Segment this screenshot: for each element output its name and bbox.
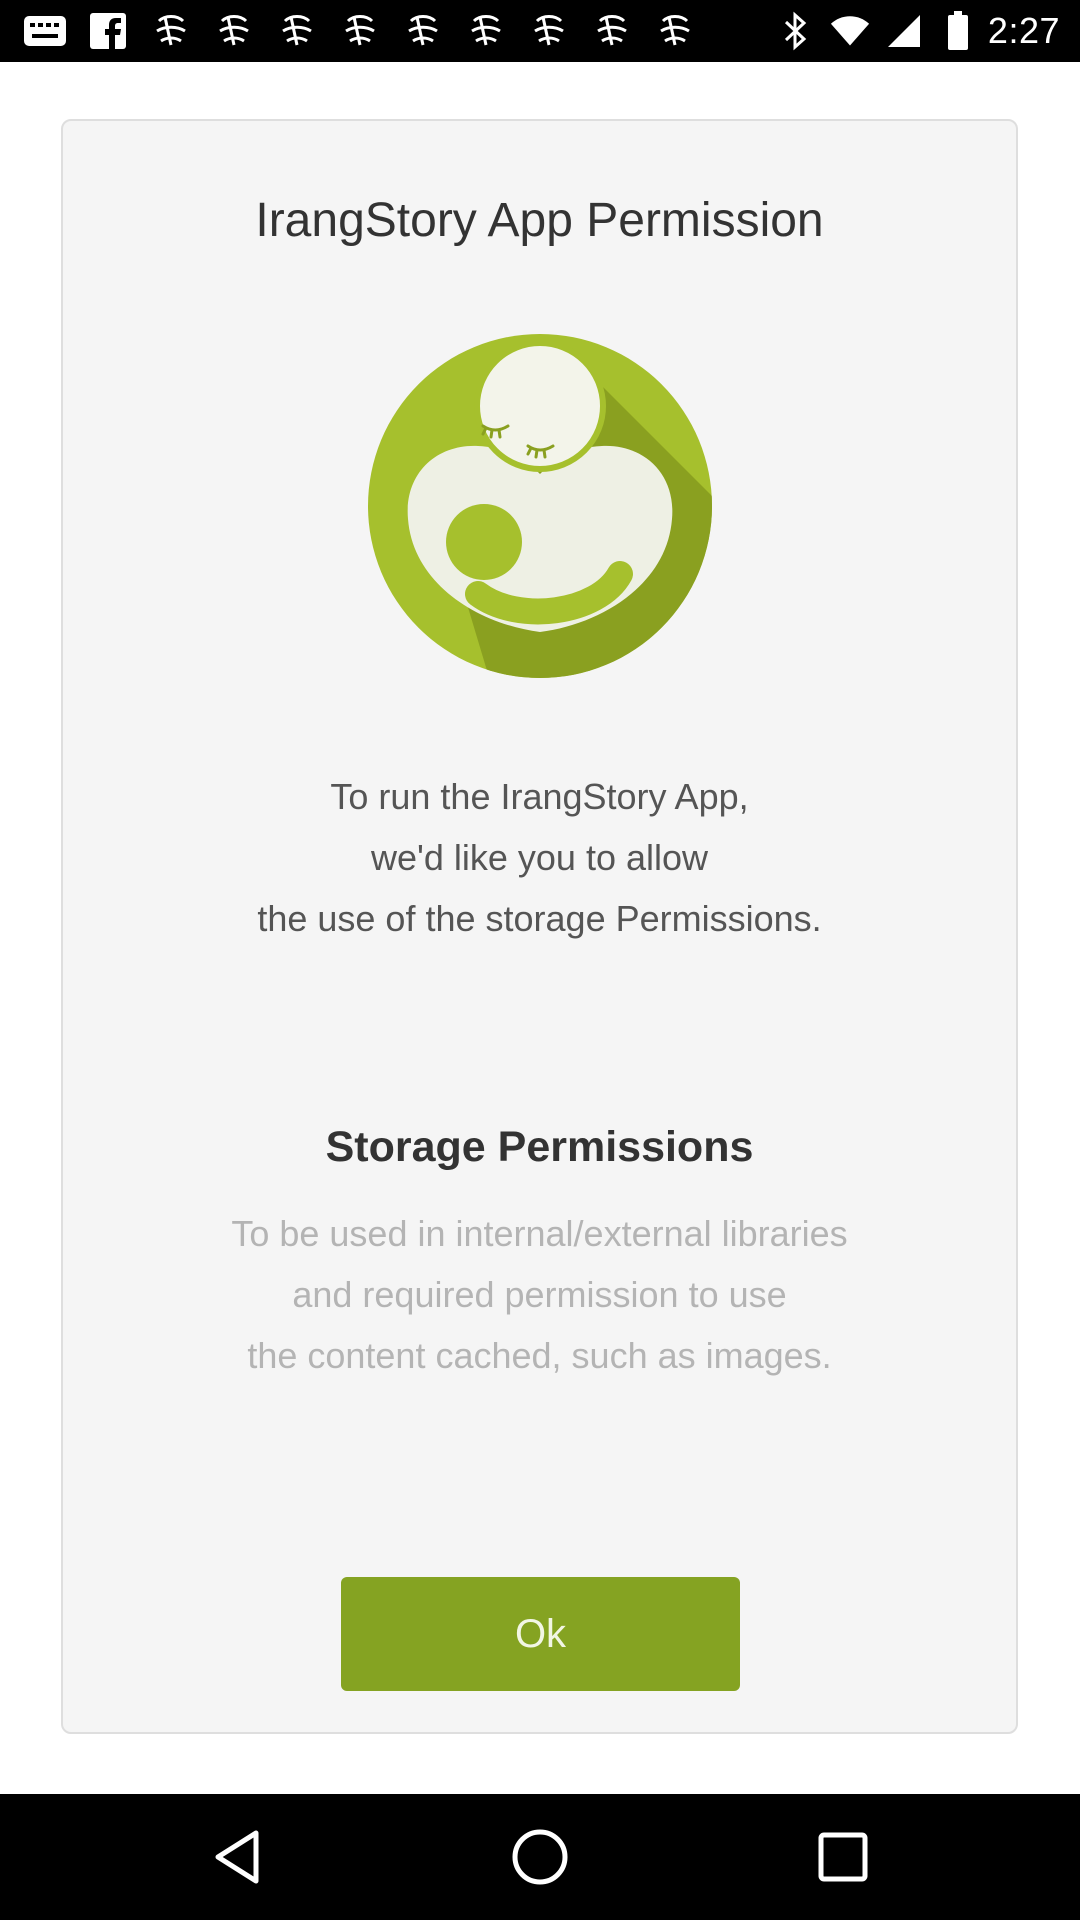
irangstory-logo bbox=[368, 334, 712, 678]
bluetooth-icon bbox=[776, 8, 816, 54]
app-notification-icon bbox=[211, 8, 257, 54]
permission-desc-line: and required permission to use bbox=[292, 1274, 787, 1315]
permission-description: To be used in internal/external librarie… bbox=[63, 1203, 1016, 1386]
message-icon bbox=[22, 8, 68, 54]
navigation-bar bbox=[0, 1794, 1080, 1920]
app-notification-icon bbox=[400, 8, 446, 54]
screen: IrangStory App Permission To run the Ira… bbox=[0, 62, 1080, 1794]
app-notification-icon bbox=[337, 8, 383, 54]
permission-dialog: IrangStory App Permission To run the Ira… bbox=[61, 119, 1018, 1734]
app-notification-icon bbox=[274, 8, 320, 54]
battery-icon bbox=[938, 8, 978, 54]
app-notification-icon bbox=[463, 8, 509, 54]
app-notification-icon bbox=[589, 8, 635, 54]
intro-line: the use of the storage Permissions. bbox=[257, 898, 822, 939]
status-bar: 2:27 bbox=[0, 0, 1080, 62]
signal-icon bbox=[884, 8, 924, 54]
intro-line: To run the IrangStory App, bbox=[330, 776, 749, 817]
home-icon[interactable] bbox=[507, 1824, 573, 1890]
permission-title: Storage Permissions bbox=[325, 1123, 754, 1171]
recents-icon[interactable] bbox=[810, 1824, 876, 1890]
intro-text: To run the IrangStory App, we'd like you… bbox=[63, 766, 1016, 949]
wifi-icon bbox=[830, 8, 870, 54]
ok-button[interactable]: Ok bbox=[341, 1577, 740, 1691]
intro-line: we'd like you to allow bbox=[370, 837, 709, 878]
clock: 2:27 bbox=[987, 10, 1060, 51]
permission-desc-line: the content cached, such as images. bbox=[247, 1335, 832, 1376]
permission-desc-line: To be used in internal/external librarie… bbox=[231, 1213, 848, 1254]
back-icon[interactable] bbox=[204, 1824, 270, 1890]
app-notification-icon bbox=[526, 8, 572, 54]
dialog-title: IrangStory App Permission bbox=[255, 194, 824, 247]
facebook-icon bbox=[85, 8, 131, 54]
app-notification-icon bbox=[148, 8, 194, 54]
app-notification-icon bbox=[652, 8, 698, 54]
